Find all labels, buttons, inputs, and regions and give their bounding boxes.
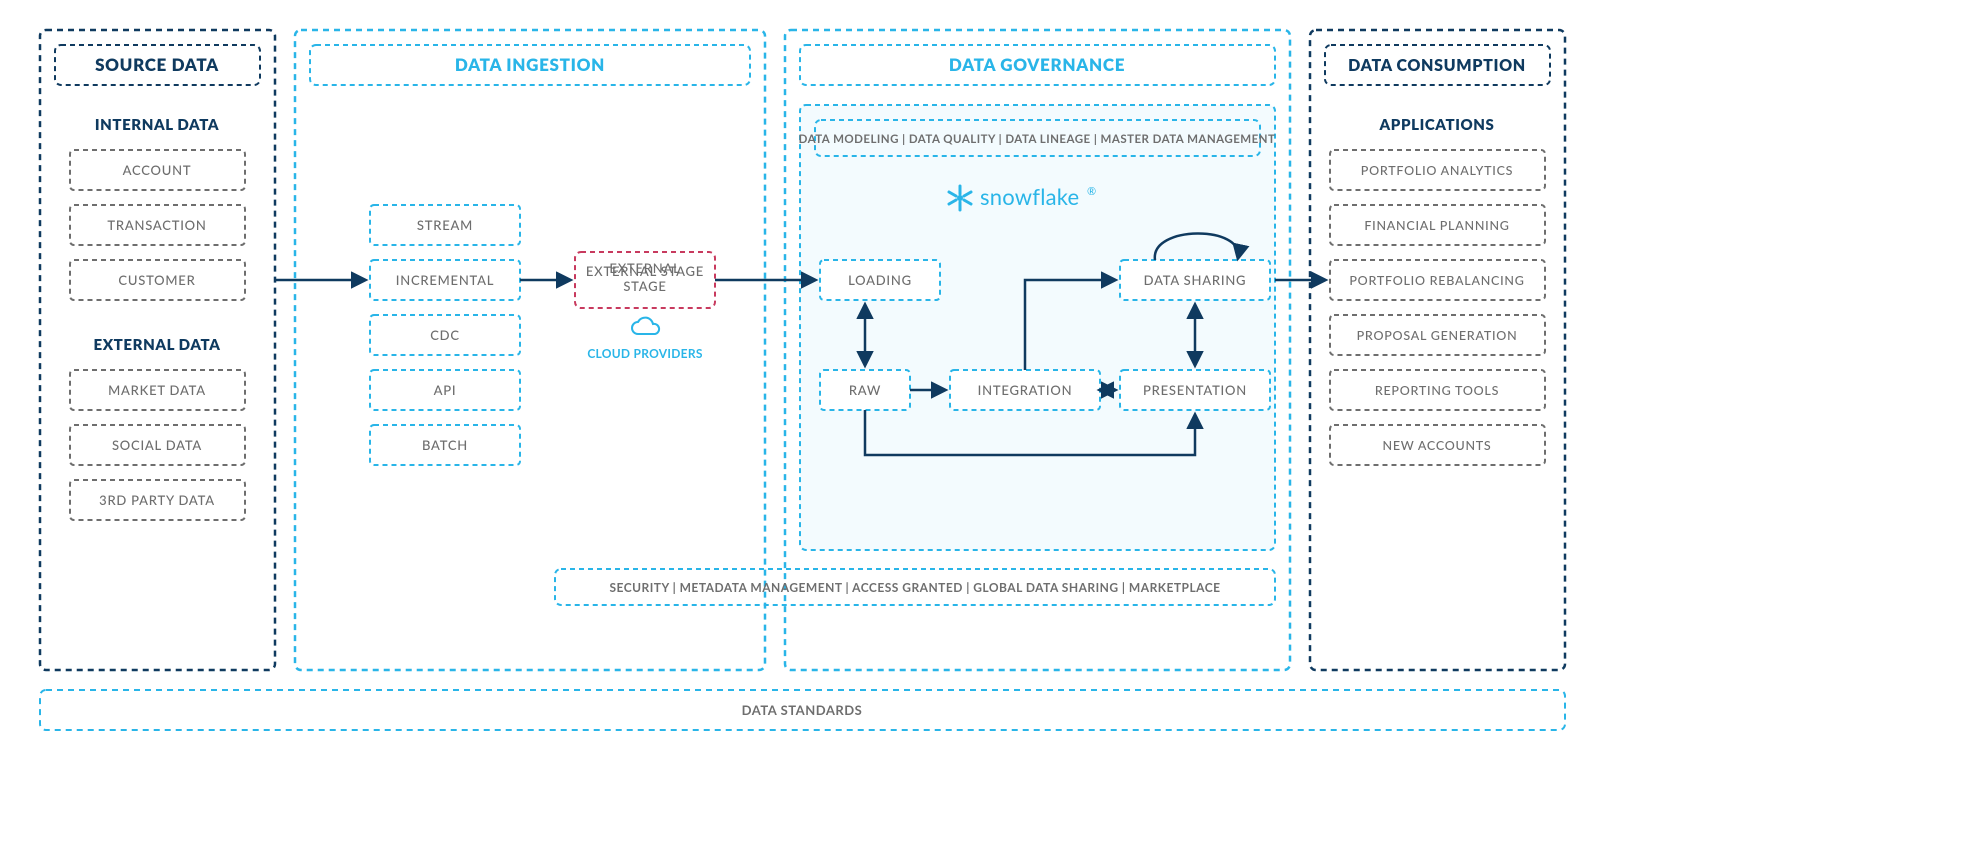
data-consumption-column: DATA CONSUMPTION APPLICATIONS PORTFOLIO …: [1310, 30, 1565, 670]
svg-text:STAGE: STAGE: [623, 278, 666, 294]
chip-transaction: TRANSACTION: [107, 217, 206, 233]
chip-api: API: [434, 382, 457, 398]
app-portfolio-analytics: PORTFOLIO ANALYTICS: [1361, 163, 1513, 178]
chip-incremental: INCREMENTAL: [396, 272, 495, 288]
applications-label: APPLICATIONS: [1379, 116, 1495, 134]
svg-text:EXTERNAL: EXTERNAL: [609, 260, 680, 276]
chip-social: SOCIAL DATA: [112, 437, 202, 453]
source-internal-items: ACCOUNT TRANSACTION CUSTOMER: [70, 150, 245, 300]
cloud-providers-label: CLOUD PROVIDERS: [587, 346, 703, 361]
app-reporting: REPORTING TOOLS: [1375, 383, 1499, 398]
snowflake-wordmark: snowflake: [980, 183, 1079, 210]
node-sharing: DATA SHARING: [1144, 272, 1247, 288]
source-data-title: SOURCE DATA: [95, 54, 219, 75]
data-standards-bar: DATA STANDARDS: [40, 690, 1565, 730]
consumption-title: DATA CONSUMPTION: [1348, 56, 1526, 75]
external-stage-box: EXTERNAL STAGE EXTERNAL STAGE CLOUD PROV…: [575, 252, 715, 361]
app-portfolio-rebalancing: PORTFOLIO REBALANCING: [1349, 273, 1524, 288]
app-financial-planning: FINANCIAL PLANNING: [1364, 218, 1509, 233]
source-external-items: MARKET DATA SOCIAL DATA 3RD PARTY DATA: [70, 370, 245, 520]
svg-text:®: ®: [1087, 185, 1096, 198]
app-new-accounts: NEW ACCOUNTS: [1383, 438, 1492, 453]
chip-3rdparty: 3RD PARTY DATA: [99, 492, 215, 508]
cloud-icon: [632, 318, 659, 334]
app-proposal-generation: PROPOSAL GENERATION: [1357, 328, 1518, 343]
chip-cdc: CDC: [430, 327, 460, 343]
chip-batch: BATCH: [422, 437, 468, 453]
diagram-canvas: SOURCE DATA INTERNAL DATA ACCOUNT TRANSA…: [0, 0, 1964, 842]
consumption-apps: PORTFOLIO ANALYTICS FINANCIAL PLANNING P…: [1330, 150, 1545, 465]
chip-account: ACCOUNT: [123, 162, 192, 178]
ingestion-methods: STREAM INCREMENTAL CDC API BATCH: [370, 205, 520, 465]
external-data-label: EXTERNAL DATA: [94, 336, 221, 354]
source-data-column: SOURCE DATA INTERNAL DATA ACCOUNT TRANSA…: [40, 30, 275, 670]
internal-data-label: INTERNAL DATA: [95, 116, 219, 134]
node-loading: LOADING: [848, 272, 912, 288]
data-standards-text: DATA STANDARDS: [742, 702, 863, 718]
platform-services-bar: SECURITY | METADATA MANAGEMENT | ACCESS …: [555, 569, 1275, 605]
node-integration: INTEGRATION: [978, 382, 1073, 398]
node-raw: RAW: [849, 382, 881, 398]
bottom-bar-text: SECURITY | METADATA MANAGEMENT | ACCESS …: [609, 580, 1220, 595]
governance-top-bar: DATA MODELING | DATA QUALITY | DATA LINE…: [799, 133, 1276, 146]
data-ingestion-column: DATA INGESTION STREAM INCREMENTAL CDC AP…: [295, 30, 765, 670]
governance-title: DATA GOVERNANCE: [949, 54, 1125, 75]
data-governance-column: DATA GOVERNANCE DATA MODELING | DATA QUA…: [785, 30, 1290, 670]
chip-customer: CUSTOMER: [118, 272, 195, 288]
ingestion-title: DATA INGESTION: [455, 54, 605, 75]
chip-stream: STREAM: [417, 217, 473, 233]
node-presentation: PRESENTATION: [1143, 382, 1247, 398]
chip-market: MARKET DATA: [108, 382, 206, 398]
